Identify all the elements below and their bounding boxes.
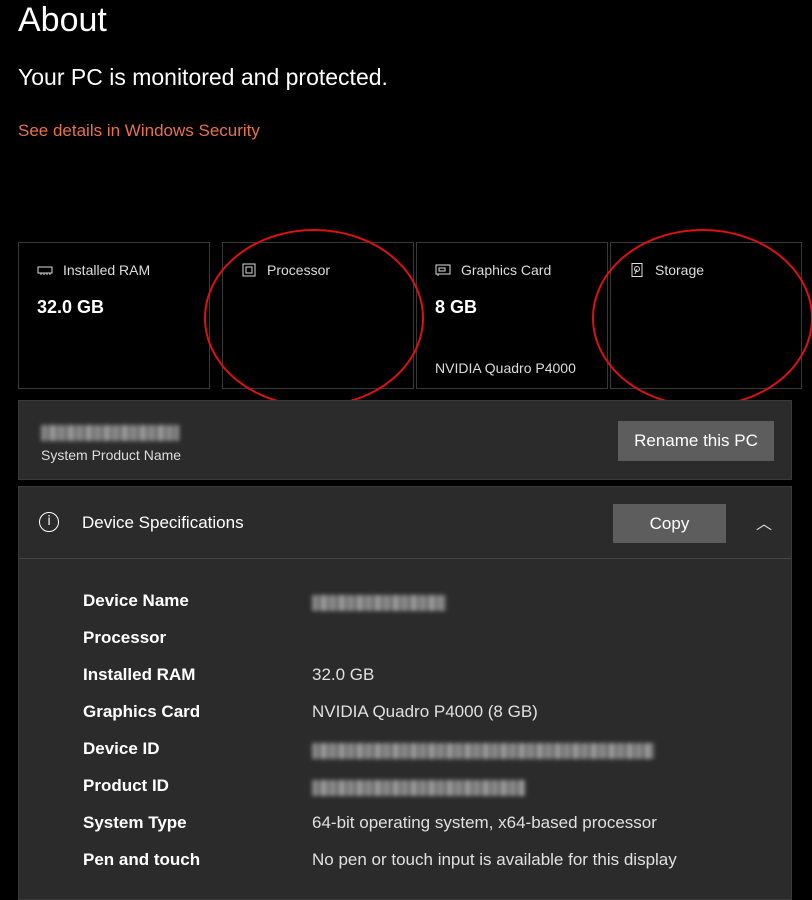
- graphics-card-icon: [435, 264, 451, 276]
- copy-button[interactable]: Copy: [613, 504, 726, 543]
- device-specifications-panel: i Device Specifications Copy ︿ Device Na…: [18, 486, 792, 900]
- memory-icon: [37, 266, 53, 275]
- card-value: 8 GB: [435, 297, 478, 317]
- spec-key: Product ID: [83, 776, 169, 795]
- system-product-name-label: System Product Name: [41, 447, 182, 463]
- page-title: About: [18, 1, 107, 39]
- card-subtitle: NVIDIA Quadro P4000: [435, 360, 576, 376]
- rename-pc-button[interactable]: Rename this PC: [618, 421, 774, 461]
- storage-card: Storage: [610, 242, 802, 389]
- processor-icon: [242, 263, 256, 277]
- card-label: Installed RAM: [63, 262, 151, 278]
- processor-card: Processor: [222, 242, 414, 389]
- spec-key: Device ID: [83, 739, 160, 758]
- blurred-device-name: [312, 595, 446, 611]
- graphics-card-card: Graphics Card 8 GB NVIDIA Quadro P4000: [416, 242, 608, 389]
- protection-status: Your PC is monitored and protected.: [18, 64, 388, 90]
- pc-name-panel: System Product Name Rename this PC: [18, 400, 792, 480]
- chevron-up-icon[interactable]: ︿: [754, 510, 774, 533]
- spec-key: Graphics Card: [83, 702, 201, 721]
- spec-key: System Type: [83, 813, 187, 832]
- installed-ram-card: Installed RAM 32.0 GB: [18, 242, 210, 389]
- spec-key: Processor: [83, 628, 167, 647]
- blurred-pc-name: [41, 425, 179, 441]
- spec-value: 64-bit operating system, x64-based proce…: [312, 813, 657, 832]
- windows-security-link[interactable]: See details in Windows Security: [18, 119, 260, 143]
- blurred-product-id: [312, 780, 525, 796]
- spec-value: NVIDIA Quadro P4000 (8 GB): [312, 702, 538, 721]
- device-specifications-header[interactable]: i Device Specifications Copy ︿: [19, 487, 791, 559]
- spec-value: 32.0 GB: [312, 665, 375, 684]
- info-icon: i: [39, 512, 59, 532]
- device-specifications-title: Device Specifications: [82, 513, 244, 532]
- spec-value: No pen or touch input is available for t…: [312, 850, 677, 869]
- spec-key: Installed RAM: [83, 665, 196, 684]
- card-value: 32.0 GB: [37, 297, 105, 317]
- spec-key: Pen and touch: [83, 850, 201, 869]
- card-label: Storage: [655, 262, 705, 278]
- card-label: Processor: [267, 262, 331, 278]
- spec-key: Device Name: [83, 591, 189, 610]
- card-label: Graphics Card: [461, 262, 552, 278]
- storage-icon: [631, 263, 643, 277]
- blurred-device-id: [312, 743, 654, 759]
